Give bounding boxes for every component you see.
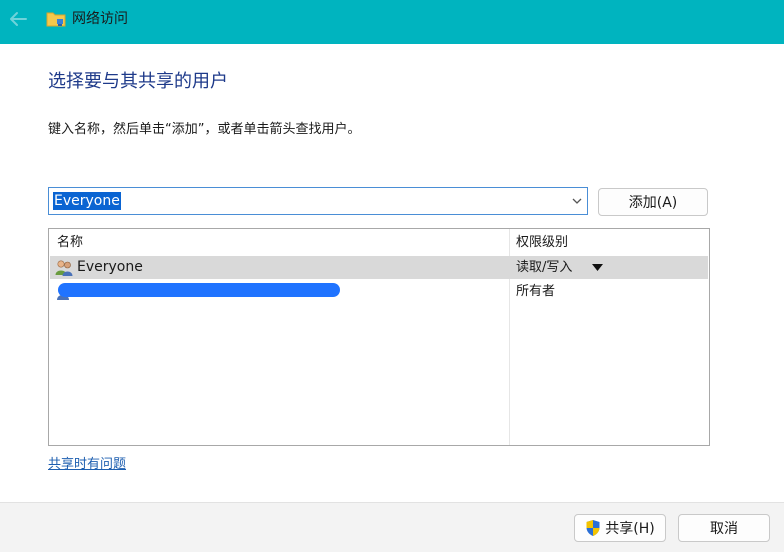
network-folder-icon [46,12,66,27]
window-title: 网络访问 [72,11,128,27]
user-list: 名称 权限级别 Everyone 读取/写入 所有者 [48,228,710,446]
list-row-owner[interactable]: 所有者 [50,280,708,303]
user-input[interactable]: Everyone [53,192,121,210]
back-arrow-icon[interactable] [6,8,32,30]
row-permission[interactable]: 读取/写入 [516,259,572,276]
user-group-icon [55,260,73,276]
dialog-footer: 共享(H) 取消 [0,502,784,552]
redacted-username [58,283,340,297]
list-row-everyone[interactable]: Everyone 读取/写入 [50,256,708,279]
title-bar: 网络访问 [0,0,784,44]
column-header-name[interactable]: 名称 [57,235,83,251]
sharing-help-link[interactable]: 共享时有问题 [48,456,126,474]
cancel-button[interactable]: 取消 [678,514,770,542]
permission-dropdown-icon[interactable] [592,264,603,272]
row-permission: 所有者 [516,284,556,299]
page-heading: 选择要与其共享的用户 [48,71,228,92]
chevron-down-icon[interactable] [571,196,583,206]
share-button[interactable]: 共享(H) [574,514,666,542]
user-combobox[interactable]: Everyone [48,187,588,215]
add-button[interactable]: 添加(A) [598,188,708,216]
instruction-text: 键入名称，然后单击“添加”，或者单击箭头查找用户。 [48,122,361,137]
row-name: Everyone [77,259,143,275]
uac-shield-icon [586,520,600,536]
column-header-permission[interactable]: 权限级别 [516,235,568,251]
share-button-label: 共享(H) [605,521,655,537]
